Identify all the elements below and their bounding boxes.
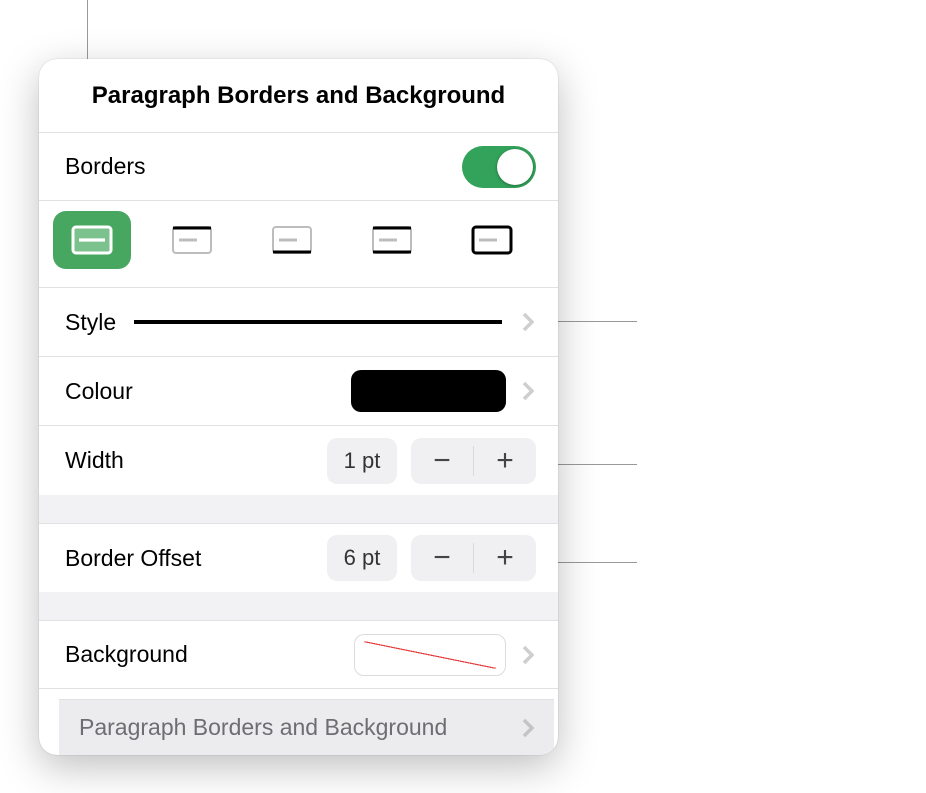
group-gap: [39, 495, 558, 523]
page-title: Paragraph Borders and Background: [39, 59, 558, 132]
colour-swatch: [351, 370, 506, 412]
border-top-icon: [171, 225, 213, 255]
width-stepper: − +: [411, 438, 536, 484]
menu-item-paragraph-borders[interactable]: Paragraph Borders and Background: [59, 699, 554, 755]
row-style[interactable]: Style: [39, 288, 558, 357]
border-bottom-icon: [271, 225, 313, 255]
popover-arrow-icon: [285, 753, 313, 755]
chevron-right-icon: [520, 714, 536, 742]
border-outline-button[interactable]: [453, 211, 531, 269]
row-colour[interactable]: Colour: [39, 357, 558, 426]
width-value: 1 pt: [327, 438, 397, 484]
offset-minus-button[interactable]: −: [411, 535, 473, 581]
background-label: Background: [65, 641, 188, 668]
row-background[interactable]: Background: [39, 620, 558, 689]
colour-label: Colour: [65, 378, 133, 405]
border-outline-icon: [471, 225, 513, 255]
width-label: Width: [65, 447, 124, 474]
row-borders: Borders: [39, 132, 558, 201]
border-offset-stepper: − +: [411, 535, 536, 581]
row-border-offset: Border Offset 6 pt − +: [39, 523, 558, 592]
border-position-group: [39, 201, 558, 288]
borders-label: Borders: [65, 153, 146, 180]
chevron-right-icon: [520, 308, 536, 336]
style-line-preview: [134, 320, 502, 324]
group-gap: [39, 592, 558, 620]
borders-toggle[interactable]: [462, 146, 536, 188]
border-bottom-button[interactable]: [253, 211, 331, 269]
width-minus-button[interactable]: −: [411, 438, 473, 484]
chevron-right-icon: [520, 377, 536, 405]
border-offset-label: Border Offset: [65, 545, 201, 572]
menu-item-label: Paragraph Borders and Background: [79, 714, 520, 741]
width-plus-button[interactable]: +: [474, 438, 536, 484]
border-all-button[interactable]: [53, 211, 131, 269]
style-label: Style: [65, 309, 116, 336]
row-width: Width 1 pt − +: [39, 426, 558, 495]
chevron-right-icon: [520, 641, 536, 669]
border-offset-value: 6 pt: [327, 535, 397, 581]
border-topbottom-button[interactable]: [353, 211, 431, 269]
offset-plus-button[interactable]: +: [474, 535, 536, 581]
border-top-button[interactable]: [153, 211, 231, 269]
border-all-icon: [71, 225, 113, 255]
toggle-knob: [497, 149, 533, 185]
popover-panel: Paragraph Borders and Background Borders: [39, 59, 558, 755]
background-swatch-none: [354, 634, 506, 676]
border-topbottom-icon: [371, 225, 413, 255]
